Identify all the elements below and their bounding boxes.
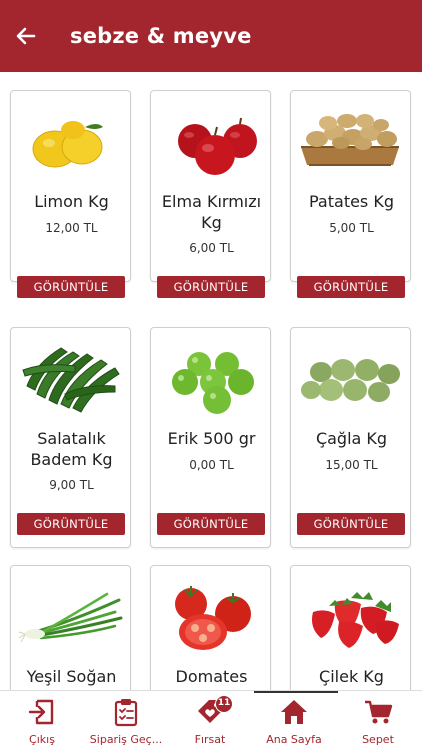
strawberry-image	[312, 592, 399, 648]
apple-image	[178, 117, 257, 175]
product-grid: Limon Kg 12,00 TL GÖRÜNTÜLE Elma Kırmızı…	[0, 72, 422, 690]
bottom-navigation: Çıkış Sipariş Geç... 11 Fırsat Ana Sayfa	[0, 690, 422, 750]
product-card-domates[interactable]: Domates	[150, 565, 271, 690]
green-onion-image	[18, 592, 123, 643]
view-button[interactable]: GÖRÜNTÜLE	[157, 513, 265, 535]
plum-image	[172, 352, 254, 414]
product-price: 0,00 TL	[189, 458, 234, 472]
product-card-salatalik[interactable]: Salatalık Badem Kg 9,00 TL GÖRÜNTÜLE	[10, 327, 131, 548]
green-almond-image	[301, 359, 400, 402]
view-button[interactable]: GÖRÜNTÜLE	[17, 513, 125, 535]
product-price: 5,00 TL	[329, 221, 374, 235]
nav-item-deals[interactable]: 11 Fırsat	[168, 691, 252, 750]
nav-label: Fırsat	[194, 733, 226, 746]
view-button[interactable]: GÖRÜNTÜLE	[297, 276, 405, 298]
product-card-cilek[interactable]: Çilek Kg	[290, 565, 411, 690]
product-card-yesil-sogan[interactable]: Yeşil Soğan	[10, 565, 131, 690]
product-price: 6,00 TL	[189, 241, 234, 255]
view-button[interactable]: GÖRÜNTÜLE	[17, 276, 125, 298]
home-icon	[281, 700, 307, 724]
nav-label: Sepet	[362, 733, 394, 746]
cucumber-image	[22, 347, 120, 413]
tomato-image	[175, 586, 251, 650]
product-name: Yeşil Soğan	[26, 667, 117, 686]
deals-count-badge: 11	[215, 695, 233, 713]
lemon-image	[32, 121, 103, 168]
view-button[interactable]: GÖRÜNTÜLE	[297, 513, 405, 535]
arrow-left-icon	[16, 27, 36, 45]
product-name: Elma Kırmızı Kg	[161, 192, 262, 232]
product-name: Çilek Kg	[319, 667, 384, 686]
clipboard-icon	[114, 699, 138, 727]
nav-item-home[interactable]: Ana Sayfa	[252, 691, 336, 750]
back-button[interactable]	[4, 14, 48, 58]
page-title: sebze & meyve	[70, 24, 252, 48]
product-card-cagla[interactable]: Çağla Kg 15,00 TL GÖRÜNTÜLE	[290, 327, 411, 548]
nav-label: Sipariş Geç...	[89, 733, 163, 746]
product-name: Patates Kg	[309, 192, 394, 211]
product-name: Çağla Kg	[315, 429, 388, 448]
app-bar: sebze & meyve	[0, 0, 422, 72]
product-card-erik[interactable]: Erik 500 gr 0,00 TL GÖRÜNTÜLE	[150, 327, 271, 548]
view-button[interactable]: GÖRÜNTÜLE	[157, 276, 265, 298]
product-card-elma[interactable]: Elma Kırmızı Kg 6,00 TL GÖRÜNTÜLE	[150, 90, 271, 298]
product-name: Erik 500 gr	[167, 429, 256, 448]
cart-icon	[365, 700, 393, 724]
nav-item-cart[interactable]: Sepet	[336, 691, 420, 750]
product-name: Limon Kg	[34, 192, 109, 211]
product-card-limon[interactable]: Limon Kg 12,00 TL GÖRÜNTÜLE	[10, 90, 131, 298]
nav-label: Ana Sayfa	[266, 733, 322, 746]
nav-item-order[interactable]: Sipariş Geç...	[84, 691, 168, 750]
product-name: Domates	[175, 667, 248, 686]
nav-item-logout[interactable]: Çıkış	[0, 691, 84, 750]
product-price: 15,00 TL	[325, 458, 378, 472]
product-price: 9,00 TL	[49, 478, 94, 492]
potato-image	[301, 114, 399, 166]
product-card-patates[interactable]: Patates Kg 5,00 TL GÖRÜNTÜLE	[290, 90, 411, 298]
product-name: Salatalık Badem Kg	[30, 429, 113, 469]
logout-icon	[28, 699, 54, 725]
product-price: 12,00 TL	[45, 221, 98, 235]
nav-label: Çıkış	[29, 733, 55, 746]
